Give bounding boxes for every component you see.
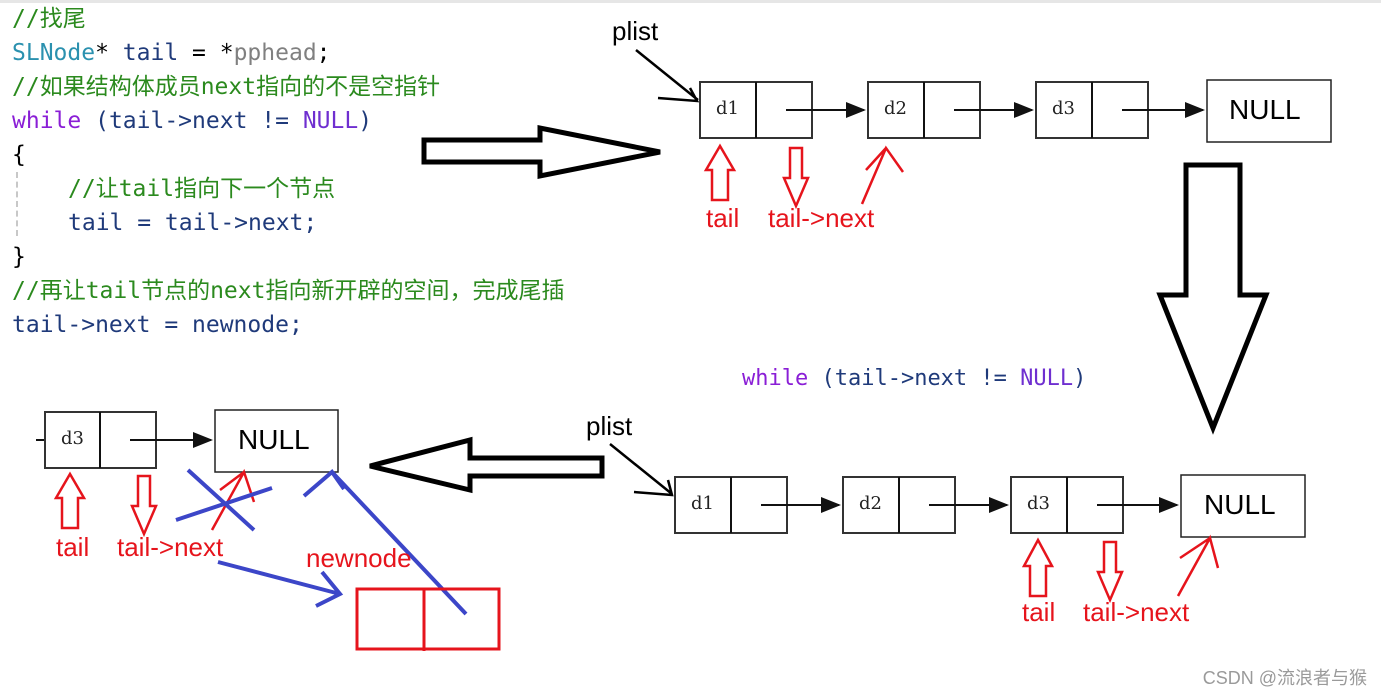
node-label: d2 bbox=[859, 493, 882, 514]
null-label: NULL bbox=[1229, 94, 1301, 125]
tail-next-down-arrow bbox=[130, 474, 158, 538]
node-label: d1 bbox=[691, 493, 714, 514]
null-label: NULL bbox=[1204, 489, 1276, 520]
plist-pointer bbox=[635, 49, 700, 103]
tail-next-label: tail->next bbox=[117, 532, 224, 562]
big-left-arrow bbox=[369, 436, 605, 494]
node-label: d2 bbox=[884, 98, 907, 119]
tail-next-pointer bbox=[1176, 534, 1220, 597]
plist-pointer bbox=[609, 443, 674, 497]
tail-up-arrow bbox=[1021, 537, 1055, 598]
watermark: CSDN @流浪者与猴 bbox=[1202, 668, 1367, 688]
cross-mark bbox=[175, 468, 273, 532]
middle-list bbox=[609, 443, 1306, 604]
tail-next-down-arrow bbox=[1096, 540, 1124, 604]
tail-up-arrow bbox=[703, 143, 737, 202]
node-label: d3 bbox=[61, 428, 84, 449]
big-right-arrow bbox=[421, 124, 661, 180]
node-label: d1 bbox=[716, 98, 739, 119]
tail-label: tail bbox=[56, 532, 90, 562]
newnode-label: newnode bbox=[306, 543, 412, 573]
tail-label: tail bbox=[706, 203, 740, 233]
tail-up-arrow bbox=[53, 471, 87, 530]
newnode-box bbox=[355, 587, 501, 651]
tail-next-down-arrow bbox=[782, 146, 810, 210]
diagram-canvas bbox=[36, 49, 1332, 651]
plist-label: plist bbox=[586, 411, 633, 441]
null-label: NULL bbox=[238, 424, 310, 455]
tail-next-pointer bbox=[860, 145, 905, 205]
big-down-arrow bbox=[1156, 162, 1270, 435]
node-label: d3 bbox=[1027, 493, 1050, 514]
tail-next-label: tail->next bbox=[768, 203, 875, 233]
tail-label: tail bbox=[1022, 597, 1056, 627]
node-label: d3 bbox=[1052, 98, 1075, 119]
tail-next-label: tail->next bbox=[1083, 597, 1190, 627]
plist-label: plist bbox=[612, 16, 659, 46]
